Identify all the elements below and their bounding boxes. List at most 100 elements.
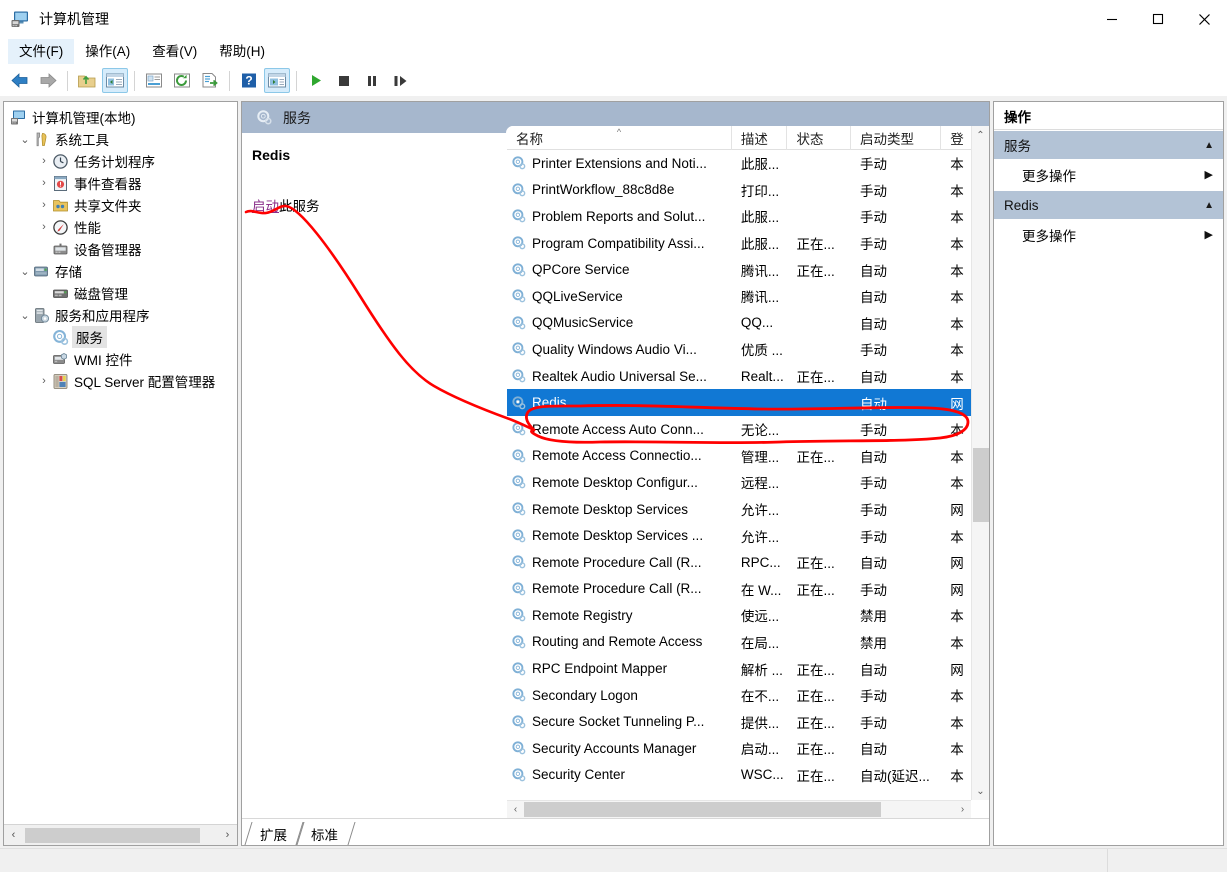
chevron-right-icon[interactable]: › — [36, 175, 52, 191]
service-name-text: QPCore Service — [532, 262, 630, 278]
sidebar-item-services-and-applications[interactable]: ⌄ 服务和应用程序 — [4, 304, 237, 326]
sidebar-item-performance[interactable]: › 性能 — [4, 216, 237, 238]
maximize-button[interactable] — [1135, 0, 1181, 38]
table-row[interactable]: Remote Procedure Call (R... RPC... 正在... 自动… — [507, 549, 971, 576]
properties-icon[interactable] — [141, 68, 167, 93]
toolbar-separator — [67, 70, 68, 91]
services-hscroll-track[interactable] — [524, 801, 954, 818]
sidebar-item-event-viewer[interactable]: › 事件查看器 — [4, 172, 237, 194]
menu-action[interactable]: 操作(A) — [74, 39, 141, 64]
table-row[interactable]: QPCore Service 腾讯... 正在... 自动 本 — [507, 256, 971, 283]
resume-service-icon[interactable] — [387, 68, 413, 93]
forward-icon[interactable] — [35, 68, 61, 93]
table-row[interactable]: Security Accounts Manager 启动... 正在... 自动 本 — [507, 735, 971, 762]
scroll-right-icon[interactable]: › — [954, 801, 971, 818]
sidebar-item-storage[interactable]: ⌄ 存储 — [4, 260, 237, 282]
chevron-right-icon[interactable]: › — [36, 373, 52, 389]
tree-root-computer-management[interactable]: 计算机管理(本地) — [4, 106, 237, 128]
chevron-right-icon[interactable]: › — [36, 153, 52, 169]
scroll-left-icon[interactable]: ‹ — [4, 825, 23, 845]
scroll-left-icon[interactable]: ‹ — [507, 801, 524, 818]
collapse-up-icon[interactable]: ▲ — [1204, 200, 1214, 211]
help-icon[interactable]: ? — [236, 68, 262, 93]
sidebar-item-shared-folders[interactable]: › 共享文件夹 — [4, 194, 237, 216]
sidebar-item-device-manager[interactable]: 设备管理器 — [4, 238, 237, 260]
menu-help[interactable]: 帮助(H) — [208, 39, 276, 64]
table-row[interactable]: Remote Desktop Services ... 允许... 手动 本 — [507, 522, 971, 549]
table-row[interactable]: Remote Access Auto Conn... 无论... 手动 本 — [507, 416, 971, 443]
sidebar-item-wmi-control[interactable]: WMI 控件 — [4, 348, 237, 370]
stop-service-icon[interactable] — [331, 68, 357, 93]
table-row[interactable]: PrintWorkflow_88c8d8e 打印... 手动 本 — [507, 177, 971, 204]
action-item-more-actions-redis[interactable]: 更多操作 ▶ — [994, 219, 1223, 250]
table-row[interactable]: Remote Desktop Configur... 远程... 手动 本 — [507, 469, 971, 496]
table-row-selected[interactable]: Redis 自动 网 — [507, 389, 971, 416]
services-row-list[interactable]: Printer Extensions and Noti... 此服... 手动本 Pr… — [507, 150, 971, 800]
column-header-name[interactable]: 名称 ^ — [507, 126, 732, 150]
column-header-status[interactable]: 状态 — [787, 126, 851, 150]
show-hide-tree-icon[interactable] — [102, 68, 128, 93]
services-vertical-scrollbar[interactable]: ⌃ ⌄ — [971, 126, 989, 800]
actions-group-services[interactable]: 服务 ▲ — [994, 130, 1223, 159]
sidebar-item-services[interactable]: 服务 — [4, 326, 237, 348]
chevron-down-icon[interactable]: ⌄ — [17, 263, 33, 279]
show-action-pane-icon[interactable] — [264, 68, 290, 93]
refresh-icon[interactable] — [169, 68, 195, 93]
chevron-down-icon[interactable]: ⌄ — [17, 307, 33, 323]
table-row[interactable]: Secondary Logon 在不... 正在... 手动 本 — [507, 682, 971, 709]
column-header-description[interactable]: 描述 — [732, 126, 788, 150]
service-gear-icon — [511, 740, 527, 756]
vertical-scroll-thumb[interactable] — [973, 448, 989, 522]
sidebar-item-sql-server-configuration-manager[interactable]: › SQL Server 配置管理器 — [4, 370, 237, 392]
service-name-text: Remote Registry — [532, 607, 633, 623]
table-row[interactable]: Program Compatibility Assi... 此服... 正在... 手… — [507, 230, 971, 257]
column-header-logon-as[interactable]: 登 — [941, 126, 971, 150]
scroll-right-icon[interactable]: › — [218, 825, 237, 845]
chevron-right-icon[interactable]: › — [36, 219, 52, 235]
column-header-startup-type[interactable]: 启动类型 — [851, 126, 942, 150]
start-service-icon[interactable] — [303, 68, 329, 93]
minimize-button[interactable] — [1089, 0, 1135, 38]
tree-horizontal-scrollbar[interactable]: ‹ › — [4, 824, 237, 845]
table-row[interactable]: QQLiveService 腾讯... 自动 本 — [507, 283, 971, 310]
back-icon[interactable] — [7, 68, 33, 93]
table-row[interactable]: Remote Procedure Call (R... 在 W... 正在... 手动… — [507, 576, 971, 603]
table-row[interactable]: Remote Access Connectio... 管理... 正在... 自动 本 — [507, 443, 971, 470]
console-tree[interactable]: 计算机管理(本地) ⌄ 系统工具 › 任务计划程序 › 事件查看器 › 共享文件… — [4, 102, 237, 823]
table-row[interactable]: RPC Endpoint Mapper 解析 ... 正在... 自动 网 — [507, 655, 971, 682]
export-list-icon[interactable] — [197, 68, 223, 93]
tab-standard[interactable]: 标准 — [295, 822, 356, 845]
table-row[interactable]: Realtek Audio Universal Se... Realt... 正在.… — [507, 363, 971, 390]
table-row[interactable]: Security Center WSC... 正在... 自动(延迟... 本 — [507, 762, 971, 789]
tab-extended[interactable]: 扩展 — [244, 822, 305, 845]
start-service-link[interactable]: 启动 — [252, 199, 279, 214]
collapse-up-icon[interactable]: ▲ — [1204, 140, 1214, 151]
table-row[interactable]: Remote Desktop Services 允许... 手动 网 — [507, 496, 971, 523]
scroll-up-icon[interactable]: ⌃ — [972, 126, 989, 144]
services-hscroll-thumb[interactable] — [524, 802, 881, 817]
chevron-down-icon[interactable]: ⌄ — [17, 131, 33, 147]
sidebar-item-disk-management[interactable]: 磁盘管理 — [4, 282, 237, 304]
table-row[interactable]: Remote Registry 使远... 禁用 本 — [507, 602, 971, 629]
table-row[interactable]: QQMusicService QQ... 自动 本 — [507, 310, 971, 337]
action-item-more-actions-services[interactable]: 更多操作 ▶ — [994, 159, 1223, 190]
chevron-right-icon[interactable]: › — [36, 197, 52, 213]
close-button[interactable] — [1181, 0, 1227, 38]
table-row[interactable]: Secure Socket Tunneling P... 提供... 正在... 手动… — [507, 708, 971, 735]
menu-file[interactable]: 文件(F) — [8, 39, 75, 64]
sidebar-item-task-scheduler[interactable]: › 任务计划程序 — [4, 150, 237, 172]
pause-service-icon[interactable] — [359, 68, 385, 93]
sidebar-label: 事件查看器 — [74, 177, 142, 192]
tree-scroll-track[interactable] — [23, 825, 218, 845]
up-folder-icon[interactable] — [74, 68, 100, 93]
table-row[interactable]: Routing and Remote Access 在局... 禁用 本 — [507, 629, 971, 656]
table-row[interactable]: Problem Reports and Solut... 此服... 手动 本 — [507, 203, 971, 230]
sidebar-item-system-tools[interactable]: ⌄ 系统工具 — [4, 128, 237, 150]
services-horizontal-scrollbar[interactable]: ‹ › — [507, 800, 971, 818]
tree-scroll-thumb[interactable] — [25, 827, 200, 843]
menu-view[interactable]: 查看(V) — [141, 39, 208, 64]
table-row[interactable]: Printer Extensions and Noti... 此服... 手动 本 — [507, 150, 971, 177]
actions-group-redis[interactable]: Redis ▲ — [994, 190, 1223, 219]
table-row[interactable]: Quality Windows Audio Vi... 优质 ... 手动 本 — [507, 336, 971, 363]
scroll-down-icon[interactable]: ⌄ — [972, 782, 989, 800]
